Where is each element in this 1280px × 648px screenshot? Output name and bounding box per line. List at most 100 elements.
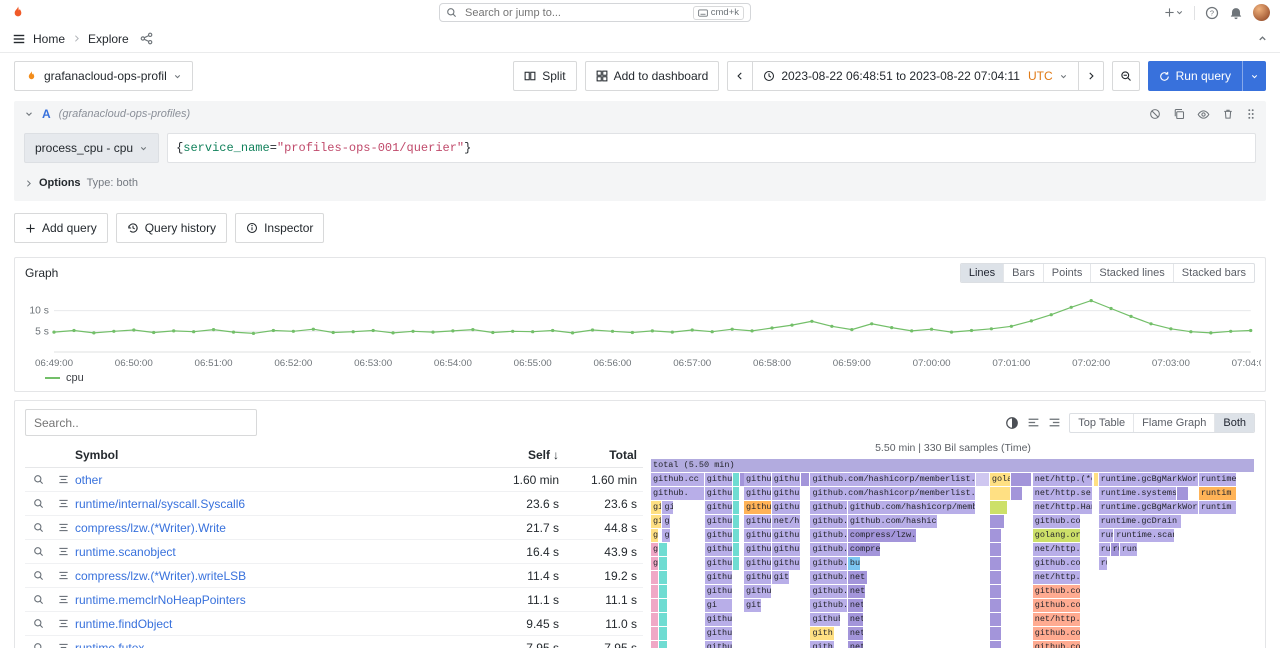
breadcrumb-home[interactable]: Home xyxy=(33,32,65,46)
flame-segment[interactable] xyxy=(990,585,1002,598)
flame-segment[interactable] xyxy=(990,515,1005,528)
flame-segment[interactable]: runtime.scanobje xyxy=(1114,529,1174,542)
flame-segment[interactable]: githu xyxy=(705,641,733,648)
flame-segment[interactable] xyxy=(651,585,659,598)
symbol-link[interactable]: runtime.futex xyxy=(75,641,477,648)
flame-segment[interactable]: githu xyxy=(772,529,802,542)
flame-segment[interactable]: run xyxy=(1099,543,1111,556)
flame-segment[interactable]: github.c xyxy=(810,557,847,570)
column-self[interactable]: Self↓ xyxy=(477,448,565,462)
flame-segment[interactable]: net.(* xyxy=(848,585,866,598)
flame-segment[interactable]: github.com/c xyxy=(1033,557,1081,570)
flame-segment[interactable]: github.c xyxy=(810,599,847,612)
profile-type-select[interactable]: process_cpu - cpu xyxy=(24,133,159,163)
flame-segment[interactable] xyxy=(651,613,659,626)
flame-segment[interactable]: gi xyxy=(705,599,733,612)
global-search[interactable]: cmd+k xyxy=(439,3,751,22)
flame-segment[interactable] xyxy=(990,487,1011,500)
flame-segment[interactable]: gi xyxy=(662,529,670,542)
flame-segment[interactable] xyxy=(659,543,667,556)
column-symbol[interactable]: Symbol xyxy=(75,448,477,462)
flame-segment[interactable]: githu xyxy=(744,529,772,542)
flame-segment[interactable]: githu xyxy=(705,627,733,640)
flame-segment[interactable]: net/http.Har xyxy=(1033,571,1081,584)
query-options-toggle[interactable]: Options Type: both xyxy=(14,169,1266,201)
flame-segment[interactable]: net.( xyxy=(848,641,864,648)
duplicate-query-button[interactable] xyxy=(1173,108,1185,120)
collapse-query-button[interactable] xyxy=(24,109,34,119)
flame-segment[interactable] xyxy=(733,515,741,528)
search-symbol-button[interactable] xyxy=(25,570,51,581)
color-scheme-button[interactable] xyxy=(1005,416,1019,430)
zoom-out-time-button[interactable] xyxy=(1112,61,1140,91)
flame-segment[interactable]: gi xyxy=(651,557,659,570)
flame-segment[interactable] xyxy=(990,529,1002,542)
flame-segment[interactable] xyxy=(659,613,667,626)
flame-segment[interactable]: githu xyxy=(705,501,733,514)
new-button[interactable] xyxy=(1164,7,1184,18)
flame-segment[interactable]: github xyxy=(810,613,840,626)
toggle-option[interactable]: Bars xyxy=(1004,264,1044,282)
flame-segment[interactable] xyxy=(990,501,1008,514)
flame-segment[interactable]: net.( xyxy=(848,613,864,626)
symbol-link[interactable]: other xyxy=(75,473,477,487)
time-shift-back-button[interactable] xyxy=(727,61,753,91)
drag-handle[interactable] xyxy=(1246,108,1256,120)
flame-segment[interactable] xyxy=(659,557,667,570)
flame-segment[interactable]: net.( xyxy=(848,627,864,640)
collapse-header-button[interactable] xyxy=(1257,33,1268,44)
flame-segment[interactable]: gi xyxy=(651,529,659,542)
series-label[interactable]: cpu xyxy=(66,372,84,384)
flame-segment[interactable]: github.com/B xyxy=(1033,585,1081,598)
run-query-interval-caret[interactable] xyxy=(1242,61,1266,91)
flame-segment[interactable]: github.com/hashicorp xyxy=(848,515,939,528)
flame-segment[interactable]: git xyxy=(662,501,673,514)
flame-segment[interactable] xyxy=(651,599,659,612)
flame-segment[interactable] xyxy=(733,487,741,500)
add-to-dashboard-button[interactable]: Add to dashboard xyxy=(585,61,720,91)
disable-query-button[interactable] xyxy=(1149,108,1161,120)
flame-segment[interactable] xyxy=(733,557,741,570)
flame-segment[interactable]: net/http.Har xyxy=(1033,613,1081,626)
flame-segment[interactable]: github.c xyxy=(810,585,847,598)
inspector-button[interactable]: Inspector xyxy=(235,213,324,243)
breadcrumb-explore[interactable]: Explore xyxy=(88,32,129,46)
symbol-link[interactable]: runtime.findObject xyxy=(75,617,477,631)
flame-segment[interactable]: github.com/g xyxy=(1033,641,1081,648)
flame-segment[interactable]: githu xyxy=(744,585,772,598)
share-shortlink-button[interactable] xyxy=(140,32,153,45)
flame-segment[interactable] xyxy=(1011,487,1023,500)
time-range-picker[interactable]: 2023-08-22 06:48:51 to 2023-08-22 07:04:… xyxy=(752,61,1078,91)
flame-segment[interactable]: github.com/hashicorp/memberli xyxy=(848,501,976,514)
symbol-link[interactable]: compress/lzw.(*Writer).writeLSB xyxy=(75,569,477,583)
flame-segment[interactable]: githu xyxy=(744,487,772,500)
flame-segment[interactable]: rur xyxy=(1099,557,1108,570)
symbol-link[interactable]: runtime.scanobject xyxy=(75,545,477,559)
flame-segment[interactable]: git xyxy=(744,599,762,612)
add-query-button[interactable]: Add query xyxy=(14,213,108,243)
flame-segment[interactable]: gith xyxy=(772,571,790,584)
flame-segment[interactable]: net/http.(*c xyxy=(1033,473,1093,486)
flame-segment[interactable]: git xyxy=(651,501,662,514)
flame-segment[interactable] xyxy=(651,641,659,648)
search-symbol-button[interactable] xyxy=(25,594,51,605)
flame-segment[interactable]: githu xyxy=(744,543,772,556)
search-symbol-button[interactable] xyxy=(25,618,51,629)
flame-segment[interactable]: runt xyxy=(1120,543,1138,556)
flame-segment[interactable] xyxy=(659,599,667,612)
symbol-search-input[interactable] xyxy=(25,409,257,436)
flame-segment[interactable]: githu xyxy=(705,557,733,570)
flame-segment[interactable]: githu xyxy=(744,501,772,514)
flame-segment[interactable]: net/http.Han xyxy=(1033,543,1081,556)
flame-segment[interactable] xyxy=(659,571,667,584)
flame-segment[interactable]: github.cc xyxy=(810,529,847,542)
flame-segment[interactable]: compress/lzw.(*W xyxy=(848,529,917,542)
graph-legend[interactable]: cpu xyxy=(15,372,1265,391)
flame-segment[interactable]: githu xyxy=(772,487,802,500)
symbol-link[interactable]: runtime/internal/syscall.Syscall6 xyxy=(75,497,477,511)
symbol-link[interactable]: runtime.memclrNoHeapPointers xyxy=(75,593,477,607)
flame-segment[interactable]: githu xyxy=(772,557,802,570)
flame-segment[interactable] xyxy=(733,543,741,556)
search-symbol-button[interactable] xyxy=(25,522,51,533)
flame-segment[interactable]: runtim xyxy=(1199,487,1238,500)
